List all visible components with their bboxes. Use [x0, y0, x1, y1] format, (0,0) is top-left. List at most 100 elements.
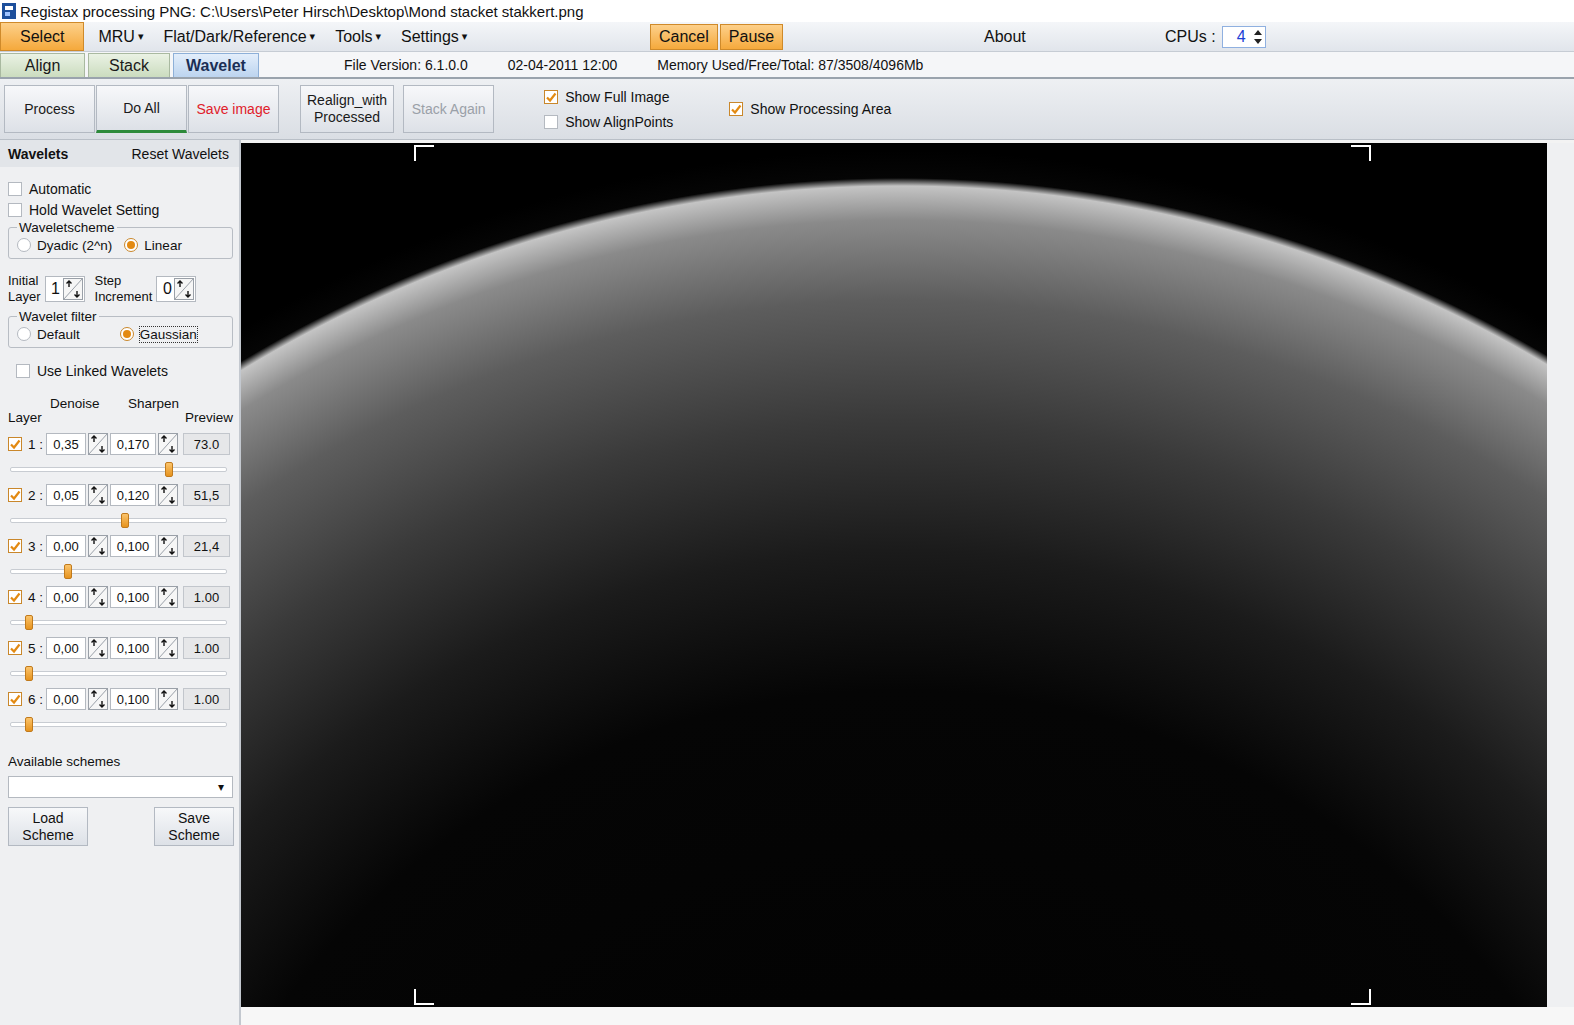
checkbox[interactable] — [8, 203, 22, 217]
sharpen-field[interactable]: 0,170 — [110, 433, 156, 455]
menu-item[interactable]: Tools▾ — [329, 22, 387, 51]
moon-image[interactable] — [241, 143, 1547, 1007]
tab[interactable]: Align — [0, 53, 85, 77]
radio-option[interactable]: Dyadic (2^n) — [17, 235, 112, 255]
radio-option[interactable]: Default — [17, 324, 80, 344]
spin-arrows-icon[interactable] — [63, 278, 83, 300]
sharpen-field[interactable]: 0,100 — [110, 535, 156, 557]
menu-item[interactable]: Select — [0, 22, 84, 51]
initial-layer-spinner[interactable]: 1 — [45, 276, 85, 302]
denoise-field[interactable]: 0,00 — [46, 637, 86, 659]
denoise-field[interactable]: 0,00 — [46, 586, 86, 608]
checkbox[interactable] — [544, 115, 558, 129]
denoise-field[interactable]: 0,05 — [46, 484, 86, 506]
sharpen-field[interactable]: 0,100 — [110, 586, 156, 608]
option-row[interactable]: Hold Wavelet Setting — [8, 200, 233, 219]
sharpen-field[interactable]: 0,120 — [110, 484, 156, 506]
option-row[interactable]: Automatic — [8, 179, 233, 198]
spin-arrows-icon[interactable] — [1254, 29, 1262, 45]
caret: ▾ — [376, 30, 382, 43]
preview-value: 73.0 — [183, 433, 230, 455]
tab[interactable]: Wavelet — [173, 53, 259, 77]
layer-slider[interactable] — [10, 513, 227, 528]
checkbox[interactable] — [16, 364, 30, 378]
layer-checkbox[interactable] — [8, 437, 22, 451]
layer: 6 :0,000,1001.00 — [8, 687, 233, 732]
spin-arrows-icon[interactable] — [88, 535, 108, 557]
check-icon — [545, 91, 557, 103]
linked-wavelets-row[interactable]: Use Linked Wavelets — [16, 361, 233, 380]
schemes-dropdown[interactable]: ▾ — [8, 776, 233, 798]
slider-thumb[interactable] — [64, 564, 72, 579]
denoise-field[interactable]: 0,35 — [46, 433, 86, 455]
checkbox[interactable] — [729, 102, 743, 116]
slider-thumb[interactable] — [121, 513, 129, 528]
tool-button[interactable]: Process — [4, 85, 95, 133]
layer-table-header: LayerDenoiseSharpenPreview — [8, 396, 233, 426]
slider-thumb[interactable] — [165, 462, 173, 477]
slider-thumb[interactable] — [25, 615, 33, 630]
tab[interactable]: Stack — [88, 53, 170, 77]
layer-row: 3 :0,000,10021,4 — [8, 534, 233, 558]
registax-logo-icon — [2, 3, 16, 19]
action-button[interactable]: Pause — [720, 24, 783, 50]
checkbox[interactable] — [8, 182, 22, 196]
spin-arrows-icon[interactable] — [88, 484, 108, 506]
layer-slider[interactable] — [10, 615, 227, 630]
cpu-spinner[interactable]: 4 — [1222, 26, 1266, 48]
layer-checkbox[interactable] — [8, 692, 22, 706]
reset-wavelets-button[interactable]: Reset Wavelets — [131, 146, 229, 162]
layer-slider[interactable] — [10, 462, 227, 477]
radio-option[interactable]: Linear — [124, 235, 182, 255]
scheme-button[interactable]: SaveScheme — [154, 807, 234, 846]
slider-thumb[interactable] — [25, 717, 33, 732]
spin-arrows-icon[interactable] — [158, 688, 178, 710]
spin-arrows-icon[interactable] — [174, 278, 194, 300]
sharpen-field[interactable]: 0,100 — [110, 688, 156, 710]
check-row[interactable]: Show Processing Area — [729, 100, 891, 119]
tool-button[interactable]: Save image — [188, 85, 279, 133]
layer-slider[interactable] — [10, 666, 227, 681]
spin-arrows-icon[interactable] — [158, 586, 178, 608]
menu-item[interactable]: MRU▾ — [92, 22, 149, 51]
tool-button[interactable]: Realign_withProcessed — [300, 85, 394, 133]
action-button[interactable]: Cancel — [650, 24, 718, 50]
spin-arrows-icon[interactable] — [88, 586, 108, 608]
layer-checkbox[interactable] — [8, 488, 22, 502]
spin-arrows-icon[interactable] — [158, 433, 178, 455]
slider-thumb[interactable] — [25, 666, 33, 681]
sharpen-field[interactable]: 0,100 — [110, 637, 156, 659]
layer-checkbox[interactable] — [8, 641, 22, 655]
check-row[interactable]: Show Full Image — [544, 87, 673, 106]
scheme-button[interactable]: LoadScheme — [8, 807, 88, 846]
caret: ▾ — [138, 30, 144, 43]
about-menu[interactable]: About — [970, 28, 1165, 46]
spin-arrows-icon[interactable] — [158, 535, 178, 557]
step-increment-spinner[interactable]: 0 — [156, 276, 196, 302]
spin-arrows-icon[interactable] — [158, 637, 178, 659]
tab-row: AlignStackWaveletFile Version: 6.1.0.002… — [0, 52, 1574, 79]
spin-arrows-icon[interactable] — [88, 637, 108, 659]
cpu-selector: CPUs :4 — [1165, 26, 1266, 48]
layer-slider[interactable] — [10, 717, 227, 732]
layer-checkbox[interactable] — [8, 539, 22, 553]
layer-checkbox[interactable] — [8, 590, 22, 604]
checkbox[interactable] — [544, 90, 558, 104]
toolbar: ProcessDo AllSave image Realign_withProce… — [0, 79, 1574, 140]
denoise-field[interactable]: 0,00 — [46, 688, 86, 710]
spin-arrows-icon[interactable] — [88, 688, 108, 710]
layer: 3 :0,000,10021,4 — [8, 534, 233, 579]
tool-button[interactable]: Do All — [96, 85, 187, 133]
menu-item[interactable]: Flat/Dark/Reference▾ — [157, 22, 321, 51]
check-icon — [9, 642, 21, 654]
menu-item[interactable]: Settings▾ — [395, 22, 473, 51]
check-row[interactable]: Show AlignPoints — [544, 112, 673, 131]
menu-bar: Select MRU▾ Flat/Dark/Reference▾ Tools▾ Sett… — [0, 22, 1574, 52]
spin-arrows-icon[interactable] — [88, 433, 108, 455]
check-icon — [730, 103, 742, 115]
denoise-field[interactable]: 0,00 — [46, 535, 86, 557]
radio-option[interactable]: Gaussian — [120, 324, 197, 344]
spin-arrows-icon[interactable] — [158, 484, 178, 506]
layer-slider[interactable] — [10, 564, 227, 579]
schemes-label: Available schemes — [8, 754, 233, 769]
